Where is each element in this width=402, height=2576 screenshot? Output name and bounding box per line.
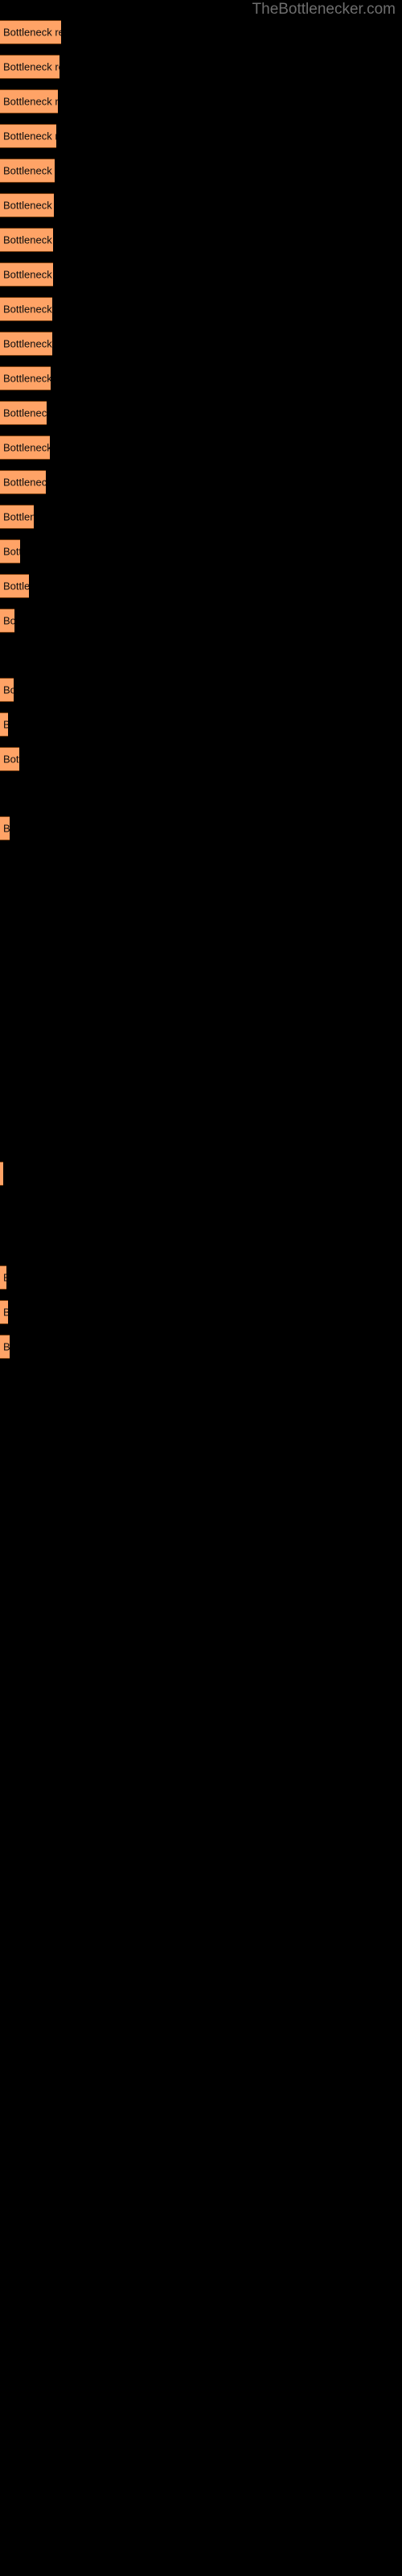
bar-label: Bottleneck result xyxy=(3,303,52,316)
bar-1[interactable]: Bottleneck result xyxy=(0,20,61,44)
bar-label: Bottleneck result xyxy=(3,372,51,385)
bar-label: Bottleneck result xyxy=(3,1307,8,1319)
bar-label: Bottleneck result xyxy=(3,822,10,835)
bar-label: Bottleneck result xyxy=(3,441,50,454)
bar-label: Bottleneck result xyxy=(3,614,14,627)
bar-26[interactable]: Bottleneck result xyxy=(0,1335,10,1359)
bar-10[interactable]: Bottleneck result xyxy=(0,332,52,356)
bar-7[interactable]: Bottleneck result xyxy=(0,228,53,252)
bar-4[interactable]: Bottleneck result xyxy=(0,124,56,148)
bar-label: Bottleneck result xyxy=(3,268,53,281)
bar-21[interactable]: Bottleneck result xyxy=(0,747,19,771)
bar-label: Bottleneck result xyxy=(3,545,20,558)
bar-13[interactable]: Bottleneck result xyxy=(0,436,50,460)
bar-20[interactable]: Bottleneck result xyxy=(0,712,8,737)
bar-label: Bottleneck result xyxy=(3,580,29,592)
bar-14[interactable]: Bottleneck result xyxy=(0,470,46,494)
bar-label: Bottleneck result xyxy=(3,476,46,489)
bar-label: Bottleneck result xyxy=(3,407,47,419)
bar-19[interactable]: Bottleneck result xyxy=(0,678,14,702)
bar-label: Bottleneck result xyxy=(3,510,34,523)
bar-6[interactable]: Bottleneck result xyxy=(0,193,54,217)
bar-label: Bottleneck result xyxy=(3,130,56,142)
bar-label: Bottleneck result xyxy=(3,1340,10,1353)
bar-18[interactable]: Bottleneck result xyxy=(0,609,14,633)
bar-label: Bottleneck result xyxy=(3,233,53,246)
bar-8[interactable]: Bottleneck result xyxy=(0,262,53,287)
bar-label: Bottleneck result xyxy=(3,26,61,39)
bar-label: Bottleneck result xyxy=(3,683,14,696)
bar-label: Bottleneck result xyxy=(3,719,8,731)
bar-15[interactable]: Bottleneck result xyxy=(0,505,34,529)
bar-22[interactable]: Bottleneck result xyxy=(0,816,10,840)
bar-label: Bottleneck result xyxy=(3,1272,6,1284)
bar-17[interactable]: Bottleneck result xyxy=(0,574,29,598)
bar-label: Bottleneck result xyxy=(3,164,55,177)
bar-23[interactable]: Bottleneck result xyxy=(0,1162,3,1186)
bar-label: Bottleneck result xyxy=(3,199,54,212)
bar-2[interactable]: Bottleneck result xyxy=(0,55,59,79)
bar-11[interactable]: Bottleneck result xyxy=(0,366,51,390)
bar-label: Bottleneck result xyxy=(3,753,19,766)
bar-3[interactable]: Bottleneck result xyxy=(0,89,58,114)
bar-label: Bottleneck result xyxy=(3,337,52,350)
bar-9[interactable]: Bottleneck result xyxy=(0,297,52,321)
bar-12[interactable]: Bottleneck result xyxy=(0,401,47,425)
bottleneck-bar-chart: Bottleneck result Bottleneck result Bottle… xyxy=(0,0,402,2576)
bar-label: Bottleneck result xyxy=(3,60,59,73)
bar-25[interactable]: Bottleneck result xyxy=(0,1300,8,1324)
bar-label: Bottleneck result xyxy=(3,95,58,108)
bar-5[interactable]: Bottleneck result xyxy=(0,159,55,183)
bar-24[interactable]: Bottleneck result xyxy=(0,1265,6,1290)
bar-16[interactable]: Bottleneck result xyxy=(0,539,20,564)
